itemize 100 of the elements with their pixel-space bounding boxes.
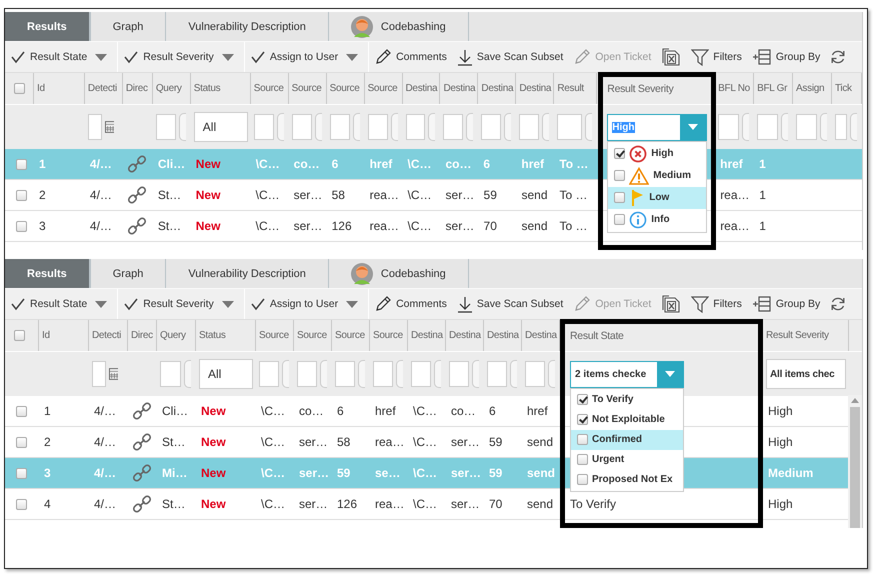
status-text: New bbox=[201, 404, 226, 418]
table-cell: 2 bbox=[44, 435, 51, 449]
table-cell: ser… bbox=[451, 497, 480, 511]
table-cell: ser… bbox=[294, 188, 322, 202]
table-cell: 59 bbox=[489, 466, 502, 480]
option-label: High bbox=[651, 148, 674, 159]
table-cell: To Verify bbox=[570, 497, 616, 511]
table-cell: 1 bbox=[38, 157, 46, 171]
table-cell: 59 bbox=[337, 466, 350, 480]
table-cell: High bbox=[768, 497, 793, 511]
table-cell: To … bbox=[559, 188, 588, 202]
status-text: New bbox=[196, 157, 220, 171]
table-cell: 4/… bbox=[90, 157, 112, 171]
option-label: Low bbox=[649, 192, 670, 203]
table-cell: 59 bbox=[489, 435, 502, 449]
table-cell: ser… bbox=[294, 219, 322, 233]
table-cell: ser… bbox=[446, 188, 474, 202]
table-cell: 4/… bbox=[94, 466, 116, 480]
table-cell: ser… bbox=[451, 435, 480, 449]
table-cell: Medium bbox=[768, 466, 814, 480]
table-cell: send bbox=[521, 219, 548, 233]
table-cell: \C… bbox=[256, 219, 280, 233]
table-cell: 4/… bbox=[90, 219, 112, 233]
table-cell: rea… bbox=[375, 497, 404, 511]
table-cell: href bbox=[521, 157, 544, 171]
table-cell: Cli… bbox=[158, 157, 186, 171]
table-cell: 4 bbox=[44, 497, 51, 511]
table-cell: send bbox=[527, 497, 554, 511]
table-cell: 4/… bbox=[94, 435, 116, 449]
table-cell: href bbox=[527, 404, 548, 418]
table-cell: 4/… bbox=[90, 188, 112, 202]
table-cell: To … bbox=[559, 157, 588, 171]
table-cell: 59 bbox=[484, 188, 497, 202]
table-cell: To … bbox=[559, 219, 588, 233]
table-cell: se… bbox=[375, 466, 400, 480]
table-cell: co… bbox=[445, 157, 472, 171]
table-cell: send bbox=[521, 188, 548, 202]
table-cell: send bbox=[527, 435, 554, 449]
table-cell: 126 bbox=[337, 497, 358, 511]
table-cell: 70 bbox=[484, 219, 497, 233]
table-cell: href bbox=[375, 404, 396, 418]
option-label: Not Exploitable bbox=[592, 414, 665, 425]
table-cell: St… bbox=[162, 435, 186, 449]
table-cell: href bbox=[720, 157, 743, 171]
table-cell: 1 bbox=[44, 404, 51, 418]
table-cell: co… bbox=[294, 157, 320, 171]
table-cell: 6 bbox=[337, 404, 344, 418]
table-cell: 70 bbox=[489, 497, 502, 511]
table-cell: 3 bbox=[38, 219, 46, 233]
table-cell: 2 bbox=[38, 188, 46, 202]
table-cell: \C… bbox=[408, 188, 432, 202]
table-cell: ser… bbox=[299, 497, 328, 511]
table-cell: rea… bbox=[375, 435, 404, 449]
table-cell: ser… bbox=[299, 466, 330, 480]
table-cell: 1 bbox=[759, 157, 766, 171]
table-cell: rea… bbox=[720, 188, 750, 202]
table-cell: co… bbox=[451, 404, 476, 418]
table-cell: \C… bbox=[256, 157, 280, 171]
status-text: New bbox=[201, 466, 226, 480]
table-cell: \C… bbox=[413, 404, 437, 418]
table-cell: 1 bbox=[759, 219, 766, 233]
table-cell: \C… bbox=[256, 188, 280, 202]
table-cell: 1 bbox=[759, 188, 766, 202]
table-cell: St… bbox=[162, 497, 186, 511]
table-cell: 6 bbox=[489, 404, 496, 418]
table-cell: href bbox=[370, 157, 392, 171]
status-text: New bbox=[201, 497, 226, 511]
table-cell: 3 bbox=[44, 466, 51, 480]
table-cell: \C… bbox=[408, 219, 432, 233]
option-label: Confirmed bbox=[592, 434, 642, 445]
table-cell: 58 bbox=[332, 188, 345, 202]
option-label: To Verify bbox=[592, 394, 634, 405]
table-cell: \C… bbox=[413, 435, 437, 449]
table-cell: \C… bbox=[408, 157, 432, 171]
table-cell: 58 bbox=[337, 435, 350, 449]
table-cell: ser… bbox=[299, 435, 328, 449]
table-cell: 4/… bbox=[94, 497, 116, 511]
option-label: Medium bbox=[653, 170, 692, 181]
table-cell: rea… bbox=[720, 219, 750, 233]
table-cell: \C… bbox=[261, 466, 285, 480]
option-label: Info bbox=[651, 214, 670, 225]
table-cell: ser… bbox=[446, 219, 474, 233]
table-cell: 6 bbox=[332, 157, 338, 171]
table-cell: \C… bbox=[261, 404, 285, 418]
table-cell: rea… bbox=[370, 219, 399, 233]
table-cell: \C… bbox=[261, 435, 285, 449]
table-cell: 6 bbox=[483, 157, 490, 171]
table-cell: \C… bbox=[261, 497, 285, 511]
table-cell: St… bbox=[158, 188, 182, 202]
table-cell: 4/… bbox=[94, 404, 116, 418]
table-cell: Mi… bbox=[162, 466, 188, 480]
table-cell: \C… bbox=[413, 497, 437, 511]
table-cell: ser… bbox=[451, 466, 482, 480]
table-cell: rea… bbox=[370, 188, 399, 202]
status-text: New bbox=[196, 188, 220, 202]
table-cell: High bbox=[768, 435, 793, 449]
table-cell: 126 bbox=[332, 219, 352, 233]
status-text: New bbox=[201, 435, 226, 449]
table-cell: send bbox=[527, 466, 556, 480]
table-cell: \C… bbox=[413, 466, 437, 480]
